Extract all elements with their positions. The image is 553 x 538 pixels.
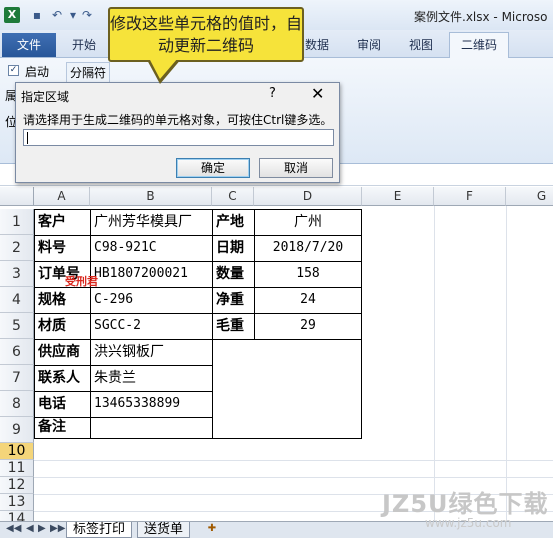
gridline [34, 460, 553, 461]
undo-dropdown-icon[interactable]: ▾ [66, 8, 80, 22]
cell-b8[interactable]: 13465338899 [91, 391, 212, 417]
cell-b5[interactable]: SGCC-2 [91, 313, 212, 339]
sheet-tab-delivery[interactable]: 送货单 [137, 522, 191, 538]
select-range-dialog: 指定区域 ? ✕ 请选择用于生成二维码的单元格对象，可按住Ctrl键多选。 确定… [15, 82, 340, 183]
cancel-button[interactable]: 取消 [259, 158, 333, 178]
gridline [506, 206, 507, 521]
gridline [434, 206, 435, 521]
prev-sheet-icon[interactable]: ◀ [26, 523, 34, 534]
first-sheet-icon[interactable]: ◀◀ [6, 523, 21, 534]
cell-c5[interactable]: 毛重 [213, 313, 254, 339]
tab-home[interactable]: 开始 [72, 36, 96, 53]
watermark-brand: JZ5U绿色下载 [382, 490, 549, 518]
separator-button[interactable]: 分隔符 [66, 62, 111, 83]
callout-note: 修改这些单元格的值时，自动更新二维码 [108, 7, 304, 62]
cell-b7[interactable]: 朱贵兰 [91, 365, 212, 391]
column-header-f[interactable]: F [434, 187, 506, 206]
cell-c3[interactable]: 数量 [213, 261, 254, 287]
row-header-5[interactable]: 5 [0, 313, 34, 339]
cell-a2[interactable]: 料号 [35, 235, 90, 261]
row-header-6[interactable]: 6 [0, 339, 34, 365]
cell-d5[interactable]: 29 [255, 313, 361, 339]
column-header-d[interactable]: D [254, 187, 362, 206]
column-header-a[interactable]: A [34, 187, 90, 206]
cell-a8[interactable]: 电话 [35, 391, 90, 417]
undo-icon[interactable]: ↶ [50, 8, 64, 22]
column-header-b[interactable]: B [90, 187, 212, 206]
cell-a7[interactable]: 联系人 [35, 365, 90, 391]
cell-b6[interactable]: 洪兴钢板厂 [91, 339, 212, 365]
row-header-10[interactable]: 10 [0, 443, 34, 460]
row-header-12[interactable]: 12 [0, 477, 34, 494]
row-header-13[interactable]: 13 [0, 494, 34, 511]
next-sheet-icon[interactable]: ▶ [38, 523, 46, 534]
cell-a9[interactable]: 备注 [35, 417, 90, 438]
select-all-corner[interactable] [0, 187, 34, 206]
row-header-8[interactable]: 8 [0, 391, 34, 417]
gridline [34, 477, 553, 478]
watermark-url: www.jz5u.com [425, 516, 512, 530]
tab-qrcode[interactable]: 二维码 [449, 32, 509, 59]
save-icon[interactable]: ▪ [30, 8, 44, 22]
window-title: 案例文件.xlsx - Microso [414, 10, 548, 24]
cell-d4[interactable]: 24 [255, 287, 361, 313]
row-header-1[interactable]: 1 [0, 209, 34, 235]
callout-tail-fill [149, 58, 178, 79]
cell-d2[interactable]: 2018/7/20 [255, 235, 361, 261]
cell-d3[interactable]: 158 [255, 261, 361, 287]
sheet-tab-label-print[interactable]: 标签打印 [66, 522, 133, 538]
tab-data[interactable]: 数据 [305, 36, 329, 53]
cell-c4[interactable]: 净重 [213, 287, 254, 313]
dialog-title: 指定区域 [21, 90, 70, 104]
column-header-e[interactable]: E [362, 187, 434, 206]
cell-a1[interactable]: 客户 [35, 209, 90, 235]
cell-c2[interactable]: 日期 [213, 235, 254, 261]
text-caret [27, 132, 28, 144]
tab-file[interactable]: 文件 [2, 33, 56, 57]
cell-a6[interactable]: 供应商 [35, 339, 90, 365]
tab-review[interactable]: 审阅 [357, 36, 381, 53]
table-border [361, 209, 362, 439]
cell-d1[interactable]: 广州 [255, 209, 361, 235]
cell-c1[interactable]: 产地 [213, 209, 254, 235]
cell-a5[interactable]: 材质 [35, 313, 90, 339]
spreadsheet-grid: A B C D E F G 1 2 3 4 5 6 7 8 9 10 11 12… [0, 187, 553, 521]
cell-b9[interactable] [91, 417, 212, 438]
row-header-9[interactable]: 9 [0, 417, 34, 443]
range-input[interactable] [23, 129, 334, 146]
ok-button[interactable]: 确定 [176, 158, 250, 178]
row-header-4[interactable]: 4 [0, 287, 34, 313]
redo-icon[interactable]: ↷ [80, 8, 94, 22]
column-header-g[interactable]: G [506, 187, 553, 206]
column-header-c[interactable]: C [212, 187, 254, 206]
close-icon[interactable]: ✕ [311, 84, 324, 103]
dialog-prompt: 请选择用于生成二维码的单元格对象，可按住Ctrl键多选。 [23, 113, 333, 127]
row-header-3[interactable]: 3 [0, 261, 34, 287]
cell-b1[interactable]: 广州芳华模具厂 [91, 209, 212, 235]
help-icon[interactable]: ? [269, 86, 276, 101]
cell-a4[interactable]: 规格 [35, 287, 90, 313]
tab-view[interactable]: 视图 [409, 36, 433, 53]
enable-checkbox-label: 启动 [25, 65, 50, 79]
row-header-7[interactable]: 7 [0, 365, 34, 391]
overlay-label: 受刑君 [65, 275, 98, 288]
callout-text: 修改这些单元格的值时，自动更新二维码 [110, 14, 303, 55]
cell-b2[interactable]: C98-921C [91, 235, 212, 261]
row-header-2[interactable]: 2 [0, 235, 34, 261]
last-sheet-icon[interactable]: ▶▶ [50, 523, 65, 534]
row-header-14[interactable]: 14 [0, 511, 34, 521]
cell-b4[interactable]: C-296 [91, 287, 212, 313]
table-border [34, 438, 362, 439]
cell-b3[interactable]: HB1807200021 [91, 261, 212, 287]
row-header-11[interactable]: 11 [0, 460, 34, 477]
enable-checkbox[interactable]: ✓ [8, 65, 19, 76]
excel-icon[interactable]: X [4, 7, 20, 23]
insert-sheet-icon[interactable]: ✚ [203, 523, 221, 537]
